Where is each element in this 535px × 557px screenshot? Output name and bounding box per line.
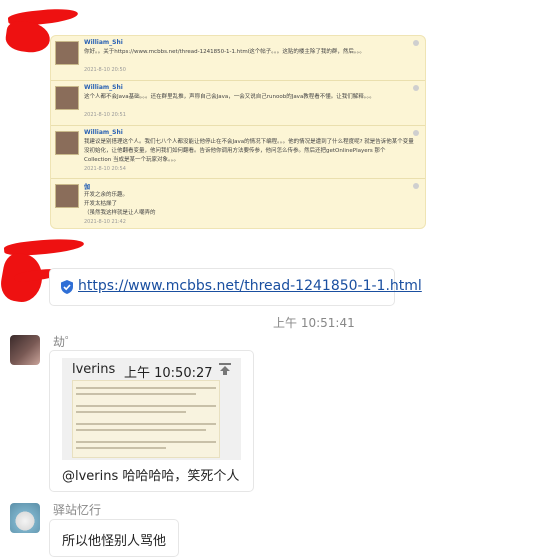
forum-avatar xyxy=(55,184,79,208)
pin-top-icon[interactable] xyxy=(218,361,232,375)
forum-avatar xyxy=(55,86,79,110)
forum-post-author: William_Shi xyxy=(84,39,123,46)
avatar[interactable] xyxy=(10,335,40,365)
thread-link[interactable]: https://www.mcbbs.net/thread-1241850-1-1… xyxy=(78,278,422,294)
message-bubble: 所以他怪别人骂他 xyxy=(49,519,179,557)
forum-post-time: 2021-8-10 20:54 xyxy=(84,166,126,172)
quote-time: 上午 10:50:27 xyxy=(124,366,213,381)
forum-avatar xyxy=(55,131,79,155)
forum-post-time: 2021-8-10 21:42 xyxy=(84,219,126,225)
quoted-thumbnail xyxy=(72,380,220,458)
forum-post-time: 2021-8-10 20:50 xyxy=(84,67,126,73)
sender-name: 驿站忆行 xyxy=(53,503,102,517)
message-timestamp: 上午 10:51:41 xyxy=(273,316,355,330)
forum-post-author: 伽 xyxy=(84,184,91,191)
redaction-scribble-top-2 xyxy=(4,19,52,55)
forum-post-author: William_Shi xyxy=(84,129,123,136)
close-icon xyxy=(413,40,419,46)
forum-avatar xyxy=(55,41,79,65)
close-icon xyxy=(413,85,419,91)
quote-author: lverins xyxy=(72,362,116,377)
sender-name: 劫゜ xyxy=(53,335,78,349)
forum-post-text: 我建议是别搭理这个人。我们七八个人都没能让他停止在不会Java的情况下编程。。。… xyxy=(84,139,414,163)
close-icon xyxy=(413,130,419,136)
forum-post-author: William_Shi xyxy=(84,84,123,91)
forum-post-text: 你好。。关于https://www.mcbbs.net/thread-12418… xyxy=(84,49,365,55)
quoted-image-card[interactable]: lverins 上午 10:50:27 xyxy=(62,358,241,460)
forum-screenshot[interactable]: William_Shi 你好。。关于https://www.mcbbs.net/… xyxy=(50,35,426,229)
message-text: 所以他怪别人骂他 xyxy=(62,534,167,549)
message-bubble: lverins 上午 10:50:27 @lverins 哈哈哈哈，笑死个人 xyxy=(49,350,254,492)
forum-post: William_Shi 我建议是别搭理这个人。我们七八个人都没能让他停止在不会J… xyxy=(51,126,425,179)
message-text: @lverins 哈哈哈哈，笑死个人 xyxy=(62,469,240,484)
forum-post: William_Shi 你好。。关于https://www.mcbbs.net/… xyxy=(51,36,425,81)
forum-post-time: 2021-8-10 20:51 xyxy=(84,112,126,118)
link-message-bubble: https://www.mcbbs.net/thread-1241850-1-1… xyxy=(49,268,422,306)
close-icon xyxy=(413,183,419,189)
forum-post-text: 这个人都不会Java基础。。。还在群里乱推，声称自己会Java，一会又说自己ru… xyxy=(84,94,375,100)
forum-post: William_Shi 这个人都不会Java基础。。。还在群里乱推，声称自己会J… xyxy=(51,81,425,126)
avatar[interactable] xyxy=(10,503,40,533)
shield-check-icon xyxy=(59,279,75,295)
forum-post-text: 开发之余的乐趣。 开发太枯燥了 （虽然我这样就是让人嘲弄的 xyxy=(84,192,156,216)
forum-post: 伽 开发之余的乐趣。 开发太枯燥了 （虽然我这样就是让人嘲弄的 2021-8-1… xyxy=(51,179,425,228)
